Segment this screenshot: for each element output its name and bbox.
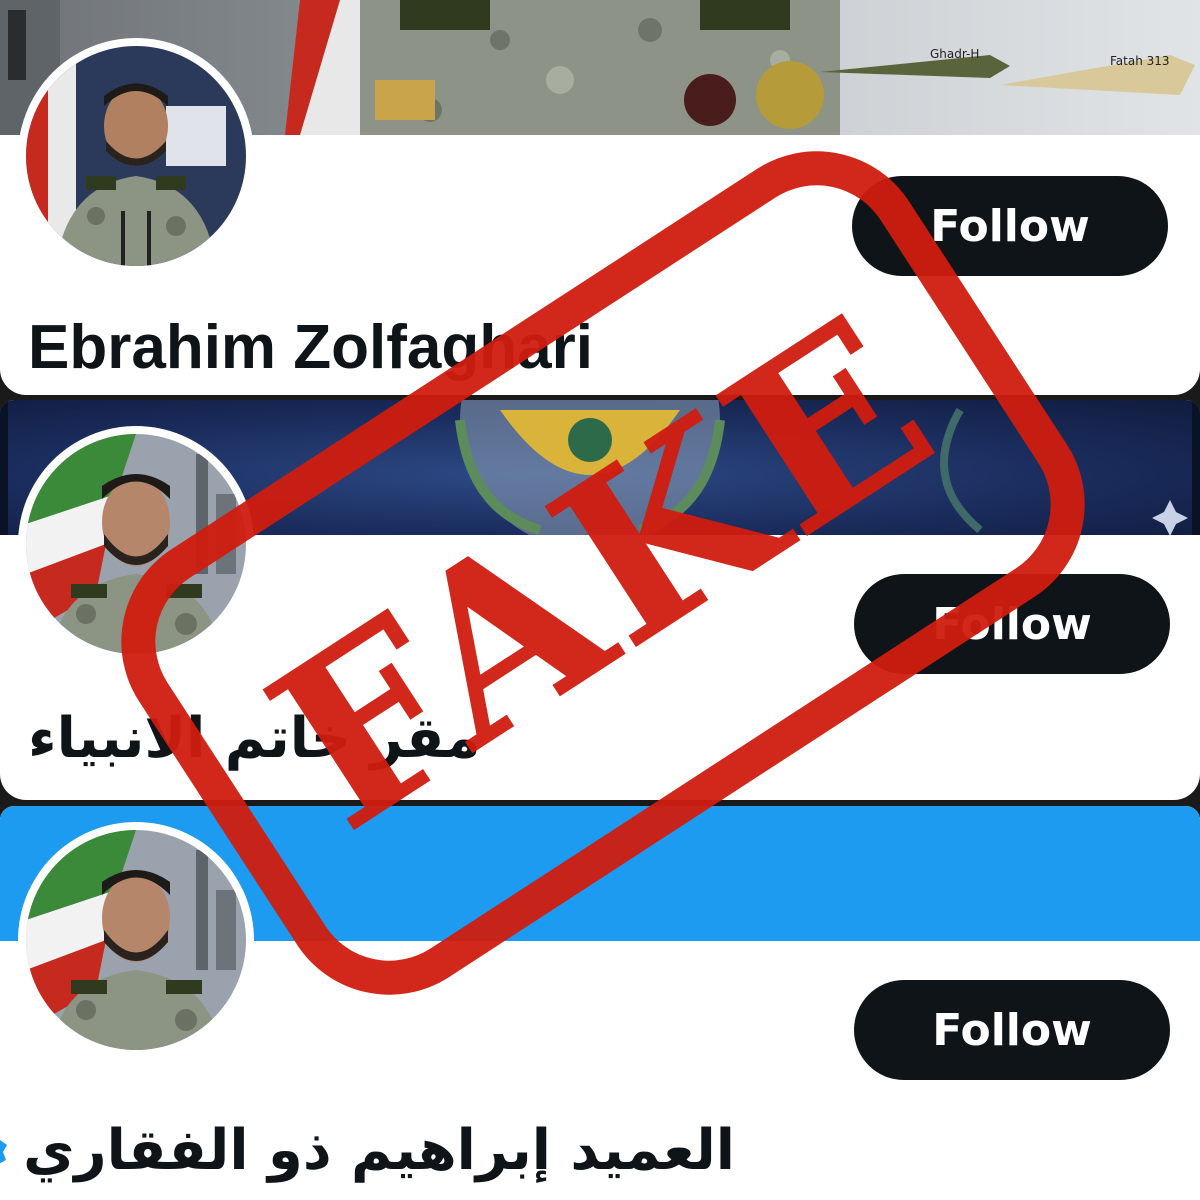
verified-badge-icon [0,1139,8,1163]
avatar[interactable] [18,38,254,274]
profile-name-row: العميد إبراهيم ذو الفقاري [0,1118,735,1183]
profile-card: Ghadr-H Fatah 313 Follow Ebrahim Zolfagh… [0,0,1200,395]
avatar[interactable] [18,822,254,1058]
banner-label: Fatah 313 [1110,54,1170,68]
profile-name: العميد إبراهيم ذو الفقاري [23,1118,735,1183]
follow-button[interactable]: Follow [852,176,1168,276]
avatar[interactable] [18,426,254,662]
profile-name: مقر خاتم الانبياء [28,706,481,771]
follow-button[interactable]: Follow [854,980,1170,1080]
profile-card: Follow مقر خاتم الانبياء [0,400,1200,800]
follow-button[interactable]: Follow [854,574,1170,674]
profile-name: Ebrahim Zolfaghari [28,313,593,382]
profile-card: Follow العميد إبراهيم ذو الفقاري [0,806,1200,1200]
banner-label: Ghadr-H [930,47,979,61]
